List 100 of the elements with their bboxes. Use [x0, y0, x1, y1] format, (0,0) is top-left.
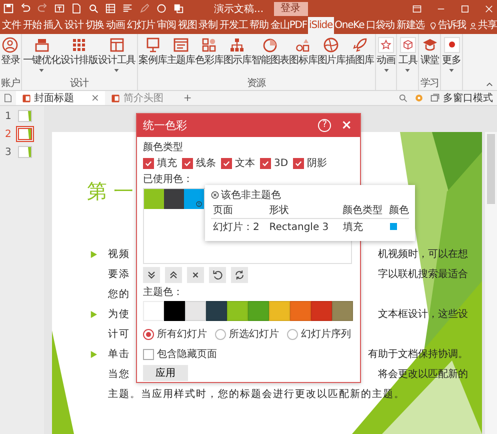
- ribbon-button[interactable]: 智能图表: [251, 34, 290, 78]
- ribbon-button[interactable]: 色彩库: [195, 34, 224, 78]
- checkbox[interactable]: [293, 158, 304, 168]
- close-button[interactable]: ×: [341, 120, 352, 132]
- color-swatch[interactable]: [164, 189, 184, 209]
- radio-button[interactable]: [143, 328, 154, 340]
- tell-me-link[interactable]: 告诉我: [438, 17, 466, 34]
- login-button[interactable]: 登录: [274, 2, 308, 16]
- document-tab[interactable]: 简介头图: [105, 91, 170, 105]
- slide-thumbnail[interactable]: [18, 128, 32, 140]
- color-swatch[interactable]: [248, 301, 269, 321]
- ribbon-button[interactable]: 设计工具: [98, 34, 136, 78]
- ribbon-tab[interactable]: 动画: [105, 17, 126, 34]
- tool-button[interactable]: [231, 267, 248, 283]
- group-label: 设计: [70, 78, 89, 90]
- table-icon[interactable]: [105, 3, 116, 14]
- slide-thumbnail[interactable]: [18, 110, 32, 122]
- slide-thumbnail[interactable]: [18, 146, 32, 158]
- ribbon-button[interactable]: 图示库: [223, 34, 252, 78]
- redo-icon[interactable]: [37, 3, 48, 14]
- document-tab[interactable]: 封面标题 ×: [16, 91, 106, 105]
- checkbox[interactable]: [260, 158, 271, 168]
- ribbon-tab[interactable]: 插入: [42, 17, 64, 34]
- new-tab-button[interactable]: +: [183, 92, 192, 104]
- tool-button[interactable]: [165, 267, 182, 283]
- pen-icon[interactable]: [139, 3, 150, 14]
- ribbon-tab[interactable]: 幻灯片: [126, 17, 156, 34]
- scroll-thumb[interactable]: [487, 134, 495, 204]
- color-swatch[interactable]: [227, 301, 248, 321]
- ribbon-button[interactable]: 动画: [376, 34, 396, 90]
- share-button[interactable]: 共享: [478, 17, 497, 34]
- ribbon-tab[interactable]: 审阅: [156, 17, 177, 34]
- color-swatch[interactable]: [290, 301, 311, 321]
- ribbon-tab[interactable]: 口袋动: [365, 17, 396, 34]
- window-icon[interactable]: [430, 93, 440, 103]
- ribbon-button[interactable]: 图片库: [317, 34, 346, 78]
- checkbox[interactable]: [143, 348, 154, 360]
- apply-button[interactable]: 应用: [143, 365, 188, 381]
- ribbon-tab[interactable]: 新建选: [395, 17, 426, 34]
- radio-label: 所选幻灯片: [229, 328, 279, 341]
- save-icon[interactable]: [3, 3, 14, 14]
- collapse-icon[interactable]: [486, 82, 493, 87]
- ribbon-tab[interactable]: iSlide: [308, 17, 334, 34]
- ribbon-button[interactable]: 案例库: [138, 34, 167, 78]
- ribbon-tab[interactable]: 帮助: [248, 17, 270, 34]
- copy-icon[interactable]: [173, 3, 184, 14]
- ribbon-tab[interactable]: 文件: [1, 17, 22, 34]
- popup-title: 该色非主题色: [221, 188, 281, 202]
- ribbon-tab[interactable]: 开发工: [218, 17, 249, 34]
- ribbon-button[interactable]: 工具: [398, 34, 418, 90]
- radio-button[interactable]: [215, 328, 226, 340]
- ribbon-button[interactable]: 更多: [442, 34, 461, 90]
- paragraph-icon[interactable]: [122, 3, 133, 14]
- checkbox[interactable]: [143, 158, 154, 168]
- ribbon-button[interactable]: 图标库: [289, 34, 318, 78]
- search-icon[interactable]: [88, 3, 99, 14]
- new-file-icon[interactable]: [71, 3, 82, 14]
- checkbox[interactable]: [182, 158, 193, 168]
- radio-button[interactable]: [287, 328, 298, 340]
- ribbon-tab[interactable]: 录制: [198, 17, 219, 34]
- ribbon-tab[interactable]: 视图: [176, 17, 198, 34]
- color-swatch[interactable]: [144, 189, 164, 209]
- maximize-icon[interactable]: [460, 4, 470, 14]
- checkbox[interactable]: [221, 158, 232, 168]
- ribbon-tab[interactable]: OneKe: [334, 17, 366, 34]
- ribbon-button[interactable]: 主题库: [166, 34, 196, 78]
- tool-button[interactable]: [187, 267, 204, 283]
- ribbon-display-icon[interactable]: [412, 4, 422, 14]
- new-document-icon[interactable]: [3, 93, 13, 103]
- ribbon-tab[interactable]: 设计: [63, 17, 84, 34]
- color-swatch[interactable]: [332, 301, 353, 321]
- undo-icon[interactable]: [20, 3, 31, 14]
- color-swatch[interactable]: [269, 301, 290, 321]
- color-swatch[interactable]: [185, 301, 206, 321]
- text-box-icon[interactable]: [54, 3, 65, 14]
- color-swatch[interactable]: [143, 301, 164, 321]
- ribbon-button[interactable]: 一键优化: [22, 34, 60, 78]
- color-swatch[interactable]: [311, 301, 332, 321]
- lightbulb-icon[interactable]: [428, 20, 437, 30]
- ribbon-button[interactable]: 设计排版: [60, 34, 98, 78]
- scrollbar[interactable]: [485, 132, 497, 434]
- zoom-icon[interactable]: [398, 93, 408, 103]
- tool-button[interactable]: [209, 267, 226, 283]
- ribbon-button[interactable]: 登录: [1, 34, 20, 78]
- ribbon-button[interactable]: 插图库: [345, 34, 374, 78]
- ribbon-tab[interactable]: 切换: [84, 17, 106, 34]
- circle-icon[interactable]: [156, 3, 167, 14]
- ribbon-button[interactable]: 课堂: [420, 34, 440, 78]
- tool-button[interactable]: [143, 267, 160, 283]
- ribbon-tab[interactable]: 金山PDF: [270, 17, 308, 34]
- multi-window-button[interactable]: 多窗口模式: [443, 91, 493, 105]
- close-icon[interactable]: [484, 4, 494, 14]
- user-icon[interactable]: [468, 20, 478, 30]
- color-swatch[interactable]: [184, 189, 204, 209]
- close-tab-button[interactable]: ×: [91, 92, 100, 104]
- close-circle-icon[interactable]: [211, 191, 219, 199]
- ribbon-tab[interactable]: 开始: [22, 17, 43, 34]
- color-swatch[interactable]: [206, 301, 227, 321]
- help-button[interactable]: ?: [318, 119, 332, 132]
- color-swatch[interactable]: [164, 301, 185, 321]
